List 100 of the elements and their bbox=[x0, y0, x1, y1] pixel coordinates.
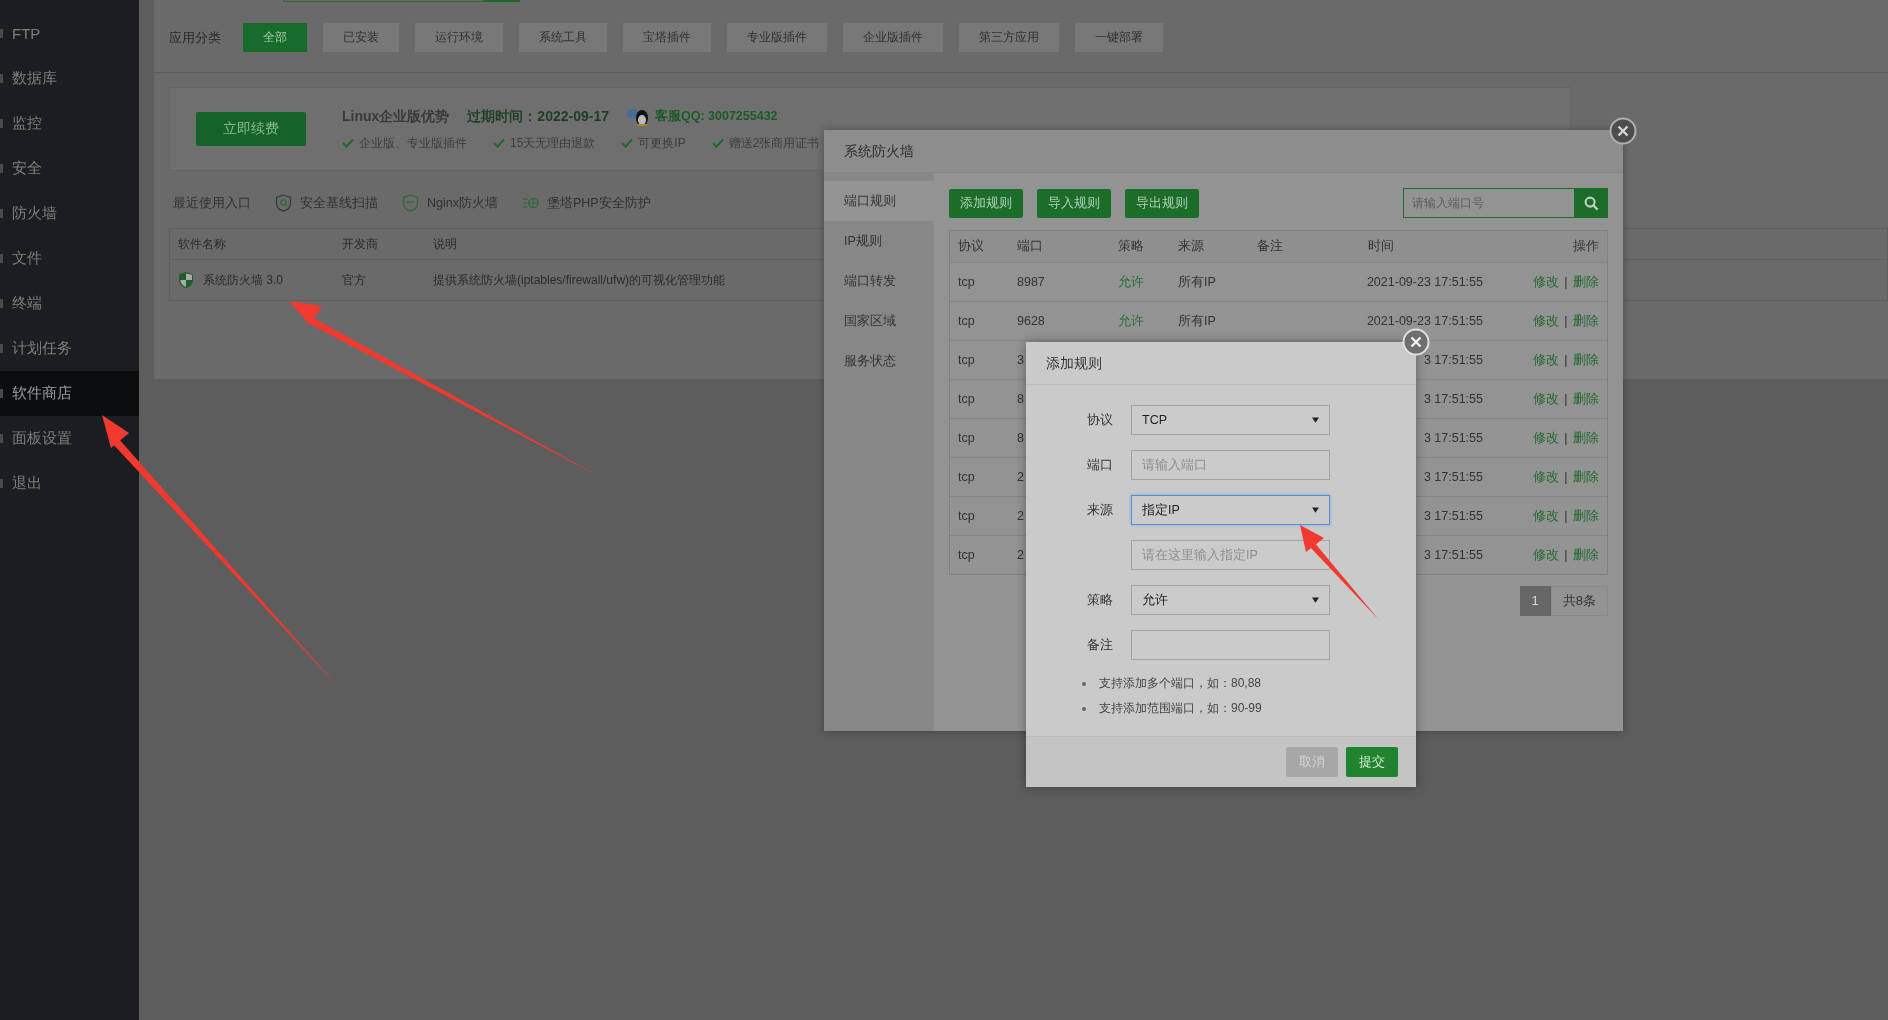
edit-link[interactable]: 修改 bbox=[1532, 469, 1559, 484]
bullet-icon bbox=[1082, 681, 1086, 686]
table-cell: 3 17:51:55 bbox=[1423, 470, 1483, 484]
sidebar-item[interactable]: 监控 bbox=[0, 101, 139, 146]
table-cell: 2 bbox=[1017, 470, 1024, 484]
field-label: 协议 bbox=[1087, 412, 1113, 427]
separator: | bbox=[1564, 508, 1568, 523]
edit-link[interactable]: 修改 bbox=[1532, 313, 1559, 328]
search-icon bbox=[1584, 195, 1599, 211]
tab[interactable]: IP规则 bbox=[824, 221, 934, 261]
bullet-icon bbox=[1082, 706, 1086, 711]
table-cell: 8 bbox=[1017, 392, 1024, 406]
input-field[interactable] bbox=[1131, 630, 1330, 660]
column-header: 策略 bbox=[1117, 238, 1145, 255]
check-icon bbox=[621, 138, 634, 148]
table-cell: 允许 bbox=[1118, 313, 1144, 328]
category-button[interactable]: 已安装 bbox=[323, 23, 399, 52]
column-header: 开发商 bbox=[342, 235, 378, 253]
tab[interactable]: 服务状态 bbox=[824, 341, 934, 381]
delete-link[interactable]: 删除 bbox=[1573, 547, 1599, 562]
category-button[interactable]: 全部 bbox=[243, 23, 307, 52]
sidebar-item[interactable]: 安全 bbox=[0, 146, 139, 191]
column-header: 来源 bbox=[1177, 238, 1205, 255]
delete-link[interactable]: 删除 bbox=[1573, 274, 1599, 289]
sidebar-item[interactable]: 防火墙 bbox=[0, 191, 139, 236]
sidebar-item[interactable]: 退出 bbox=[0, 461, 139, 506]
edit-link[interactable]: 修改 bbox=[1532, 430, 1559, 445]
tab[interactable]: 国家区域 bbox=[824, 301, 934, 341]
sidebar-item[interactable]: 面板设置 bbox=[0, 416, 139, 461]
select-field[interactable]: TCP bbox=[1131, 405, 1330, 435]
column-header: 软件名称 bbox=[178, 235, 226, 253]
table-cell: tcp bbox=[958, 548, 975, 562]
separator: | bbox=[1564, 547, 1568, 562]
delete-link[interactable]: 删除 bbox=[1573, 508, 1599, 523]
column-header: 说明 bbox=[433, 235, 457, 253]
table-cell: tcp bbox=[958, 353, 975, 367]
separator: | bbox=[1564, 274, 1568, 289]
table-cell: tcp bbox=[958, 275, 975, 289]
recent-entry[interactable]: 堡塔PHP安全防护 bbox=[546, 194, 651, 212]
separator: | bbox=[1564, 469, 1568, 484]
sidebar-item[interactable]: FTP bbox=[0, 11, 139, 56]
table-cell: tcp bbox=[958, 509, 975, 523]
action-button[interactable]: 导入规则 bbox=[1037, 188, 1111, 218]
edit-link[interactable]: 修改 bbox=[1532, 508, 1559, 523]
renew-button[interactable]: 立即续费 bbox=[196, 112, 306, 146]
check-icon bbox=[342, 138, 354, 148]
sidebar-item[interactable]: 终端 bbox=[0, 281, 139, 326]
sidebar-item[interactable]: 数据库 bbox=[0, 56, 139, 101]
check-icon bbox=[493, 138, 505, 148]
sidebar-item[interactable]: 文件 bbox=[0, 236, 139, 281]
table-cell: 2021-09-23 17:51:55 bbox=[1366, 314, 1483, 328]
table-cell: 9628 bbox=[1017, 314, 1045, 328]
delete-link[interactable]: 删除 bbox=[1573, 352, 1599, 367]
table-cell: tcp bbox=[958, 431, 975, 445]
table-cell: tcp bbox=[958, 470, 975, 484]
category-button[interactable]: 宝塔插件 bbox=[623, 23, 711, 52]
support-contact: 客服QQ: 3007255432 bbox=[654, 108, 778, 125]
caret-icon bbox=[1312, 597, 1319, 603]
field-label: 端口 bbox=[1087, 457, 1113, 472]
edit-link[interactable]: 修改 bbox=[1532, 547, 1559, 562]
expiry-date: 过期时间：2022-09-17 bbox=[467, 107, 609, 126]
delete-link[interactable]: 删除 bbox=[1573, 430, 1599, 445]
category-label: 应用分类 bbox=[169, 28, 221, 47]
shield-icon bbox=[178, 271, 194, 289]
table-cell: 所有IP bbox=[1178, 313, 1216, 328]
select-field[interactable]: 允许 bbox=[1131, 585, 1330, 615]
category-button[interactable]: 第三方应用 bbox=[959, 23, 1059, 52]
table-cell: 2 bbox=[1017, 548, 1024, 562]
tab[interactable]: 端口规则 bbox=[824, 181, 934, 221]
sidebar-item[interactable]: 计划任务 bbox=[0, 326, 139, 371]
close-icon[interactable] bbox=[1609, 117, 1637, 145]
table-cell: tcp bbox=[958, 314, 975, 328]
table-cell: 2 bbox=[1017, 509, 1024, 523]
category-button[interactable]: 运行环境 bbox=[415, 23, 503, 52]
edit-link[interactable]: 修改 bbox=[1532, 274, 1559, 289]
column-header: 协议 bbox=[957, 238, 985, 255]
delete-link[interactable]: 删除 bbox=[1573, 313, 1599, 328]
delete-link[interactable]: 删除 bbox=[1573, 391, 1599, 406]
edit-link[interactable]: 修改 bbox=[1532, 352, 1559, 367]
category-button[interactable]: 企业版插件 bbox=[843, 23, 943, 52]
category-button[interactable]: 专业版插件 bbox=[727, 23, 827, 52]
tab[interactable]: 端口转发 bbox=[824, 261, 934, 301]
shield-icon bbox=[402, 194, 419, 212]
table-cell: 2021-09-23 17:51:55 bbox=[1366, 275, 1483, 289]
table-cell: 官方 bbox=[342, 271, 366, 289]
search-button[interactable] bbox=[1575, 188, 1608, 218]
page-button[interactable]: 1 bbox=[1519, 586, 1551, 616]
table-cell: 3 17:51:55 bbox=[1423, 431, 1483, 445]
action-button[interactable]: 添加规则 bbox=[949, 188, 1023, 218]
submit-button[interactable]: 提交 bbox=[1346, 747, 1398, 777]
action-button[interactable]: 导出规则 bbox=[1125, 188, 1199, 218]
category-button[interactable]: 一键部署 bbox=[1075, 23, 1163, 52]
table-cell: 8987 bbox=[1017, 275, 1045, 289]
delete-link[interactable]: 删除 bbox=[1573, 469, 1599, 484]
sidebar-item[interactable]: 软件商店 bbox=[0, 371, 139, 416]
separator: | bbox=[1564, 391, 1568, 406]
select-field[interactable]: 指定IP bbox=[1131, 495, 1330, 525]
table-cell: 3 17:51:55 bbox=[1423, 392, 1483, 406]
edit-link[interactable]: 修改 bbox=[1532, 391, 1559, 406]
category-button[interactable]: 系统工具 bbox=[519, 23, 607, 52]
